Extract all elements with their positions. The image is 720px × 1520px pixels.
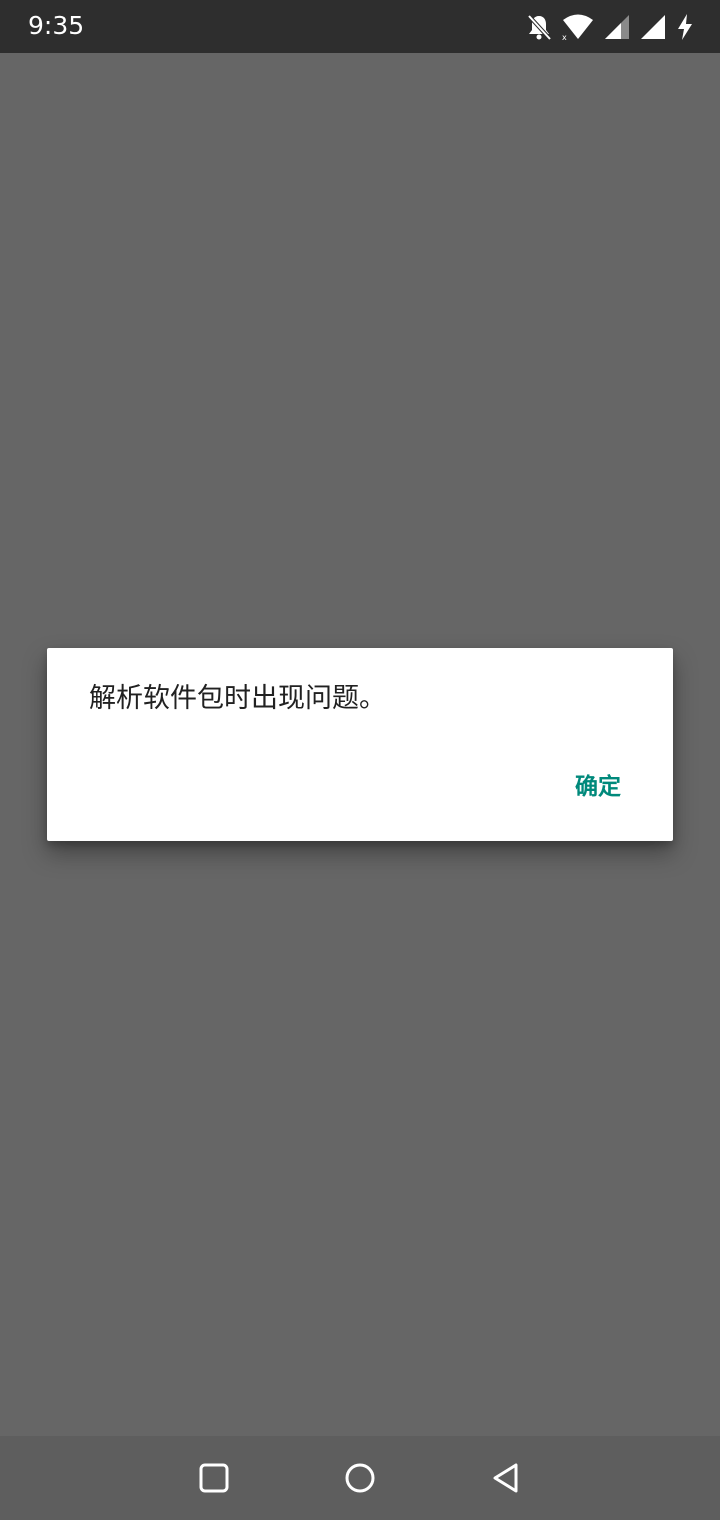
back-button[interactable] [488,1460,524,1496]
status-time: 9:35 [28,11,85,40]
status-icons: x [526,12,694,42]
navigation-bar [0,1436,720,1520]
signal-icon [604,13,630,41]
dialog-message: 解析软件包时出现问题。 [89,683,386,714]
bell-off-icon [526,13,552,41]
home-button[interactable] [342,1460,378,1496]
error-dialog: 解析软件包时出现问题。 确定 [47,648,673,841]
back-triangle-icon [488,1460,524,1496]
wifi-icon: x [562,13,594,42]
signal-icon [640,13,666,41]
svg-text:x: x [562,33,567,41]
recents-button[interactable] [196,1460,232,1496]
charging-icon [676,13,694,41]
status-bar: 9:35 x [0,0,720,53]
ok-button[interactable]: 确定 [561,766,635,808]
screen: 9:35 x 解析软件包时出现问题。 确定 [0,0,720,1520]
circle-icon [342,1460,378,1496]
square-icon [196,1460,232,1496]
